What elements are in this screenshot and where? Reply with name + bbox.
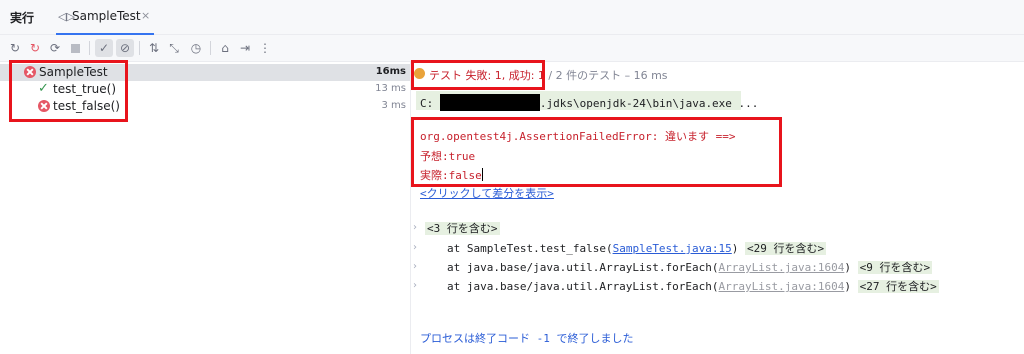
collapse-icon[interactable]: ⤡ [165,39,183,57]
chevron-right-icon[interactable]: › [413,280,417,291]
stack-frame: at java.base/java.util.ArrayList.forEach… [447,261,933,274]
toggle-auto-test-icon[interactable]: ⟳ [46,39,64,57]
status-total: / 2 件のテスト – 16 ms [548,69,668,82]
toolbar-separator [89,41,90,55]
source-link[interactable]: SampleTest.java:15 [613,242,732,255]
test-toolbar: ↻ ↻ ⟳ ✓ ⊘ ⇅ ⤡ ◷ ⌂ ⇥ ⋮ [0,35,1024,62]
console-panel: テスト 失敗: 1, 成功: 1 / 2 件のテスト – 16 ms C: .j… [411,62,1024,354]
show-diff-link[interactable]: <クリックして差分を表示> [420,187,554,200]
redacted-path [439,94,540,111]
folded-lines[interactable]: <29 行を含む> [745,242,827,255]
rerun-failed-icon[interactable]: ↻ [26,39,44,57]
run-window-title: 実行 [10,11,35,25]
folded-lines[interactable]: <3 行を含む> [425,222,500,235]
show-ignored-icon[interactable]: ⊘ [116,39,134,57]
highlight-box [411,117,782,187]
chevron-right-icon[interactable]: › [413,261,417,272]
folded-lines[interactable]: <9 行を含む> [857,261,933,274]
import-icon[interactable]: ⇥ [236,39,254,57]
sort-icon[interactable]: ⇅ [145,39,163,57]
tab-label: SampleTest [72,9,141,23]
export-icon[interactable]: ⌂ [216,39,234,57]
show-passed-icon[interactable]: ✓ [95,39,113,57]
source-link[interactable]: ArrayList.java:1604 [719,261,845,274]
command-line: C: .jdks\openjdk-24\bin\java.exe ... [420,94,758,111]
toolbar-separator [210,41,211,55]
highlight-box [9,60,128,122]
close-icon[interactable]: × [141,9,150,22]
source-link[interactable]: ArrayList.java:1604 [719,280,845,293]
chevron-right-icon[interactable]: › [413,242,417,253]
history-icon[interactable]: ◷ [187,39,205,57]
duration: 3 ms [381,100,407,111]
process-exit-message: プロセスは終了コード -1 で終了しました [420,332,634,345]
duration: 16ms [375,66,406,77]
stack-frame: at java.base/java.util.ArrayList.forEach… [447,280,939,293]
highlight-box [411,60,545,90]
rerun-icon[interactable]: ↻ [6,39,24,57]
more-icon[interactable]: ⋮ [256,39,274,57]
toolbar-separator [139,41,140,55]
tool-window-header: 実行 ◁▷ SampleTest × [0,0,1024,35]
tab-sampletest[interactable]: ◁▷ SampleTest × [56,0,154,35]
stack-frame: at SampleTest.test_false(SampleTest.java… [447,242,827,255]
duration: 13 ms [375,83,406,94]
stop-icon[interactable] [66,39,84,57]
folded-lines[interactable]: <27 行を含む> [857,280,939,293]
chevron-right-icon[interactable]: › [413,222,417,233]
